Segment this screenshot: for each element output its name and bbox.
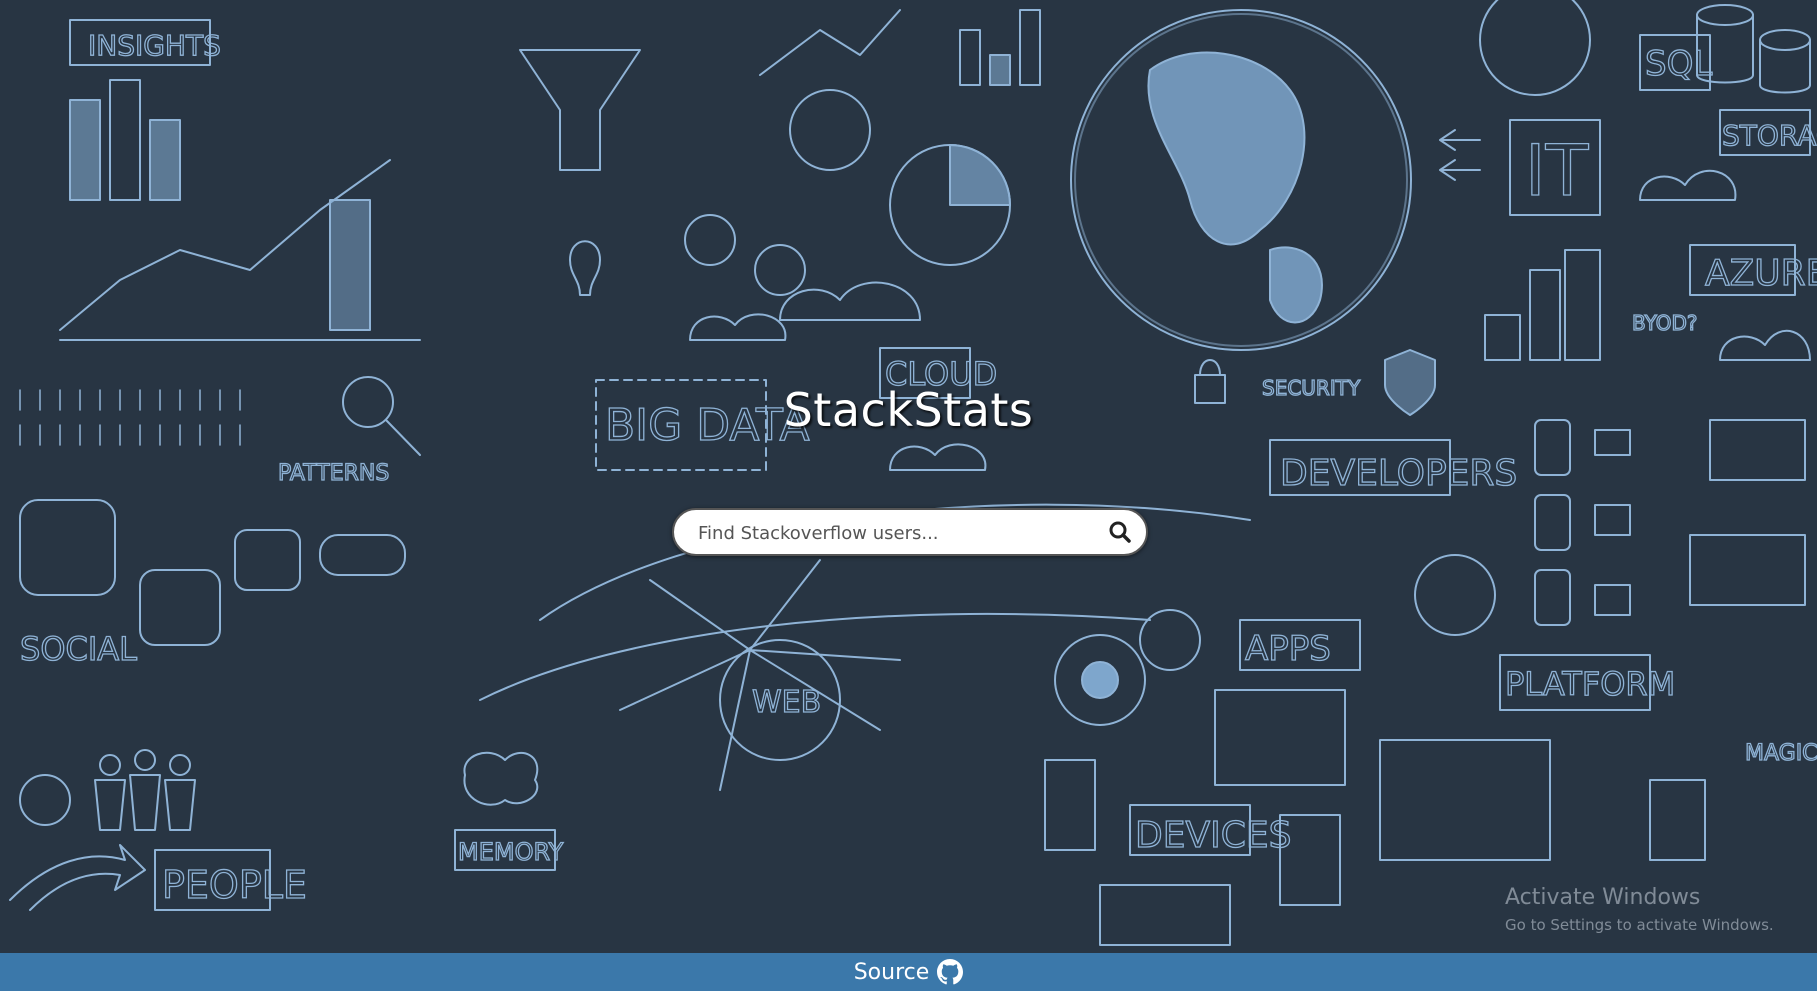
watermark-title: Activate Windows xyxy=(1505,885,1701,910)
source-label: Source xyxy=(853,959,930,985)
source-link[interactable]: Source xyxy=(854,959,964,985)
svg-text:SQL: SQL xyxy=(1645,44,1712,84)
svg-text:AZURE: AZURE xyxy=(1705,253,1817,294)
watermark-subtitle: Go to Settings to activate Windows. xyxy=(1505,916,1774,934)
github-icon xyxy=(937,959,964,985)
svg-text:INSIGHTS: INSIGHTS xyxy=(88,29,221,62)
svg-text:DEVICES: DEVICES xyxy=(1135,815,1291,856)
svg-text:PEOPLE: PEOPLE xyxy=(162,863,307,907)
svg-text:BYOD?: BYOD? xyxy=(1632,311,1698,335)
search-bar[interactable] xyxy=(672,508,1148,556)
svg-text:DEVELOPERS: DEVELOPERS xyxy=(1280,453,1517,494)
footer-bar: Source xyxy=(0,953,1817,991)
search-icon xyxy=(1109,521,1131,543)
page-background: INSIGHTS BIG DATA CLOUD SECURITY DEVELOP… xyxy=(0,0,1817,991)
svg-text:WEB: WEB xyxy=(752,685,821,720)
svg-text:MAGIC: MAGIC xyxy=(1745,741,1817,766)
svg-text:IT: IT xyxy=(1525,130,1589,212)
background-doodle-illustration: INSIGHTS BIG DATA CLOUD SECURITY DEVELOP… xyxy=(9,0,1817,946)
app-title: StackStats xyxy=(783,383,1034,437)
svg-text:PATTERNS: PATTERNS xyxy=(278,461,389,486)
svg-text:APPS: APPS xyxy=(1245,629,1331,669)
windows-activation-watermark: Activate Windows Go to Settings to activ… xyxy=(1505,885,1774,934)
search-button[interactable] xyxy=(1106,519,1134,547)
svg-text:SOCIAL: SOCIAL xyxy=(20,630,137,668)
svg-text:MEMORY: MEMORY xyxy=(458,838,564,866)
search-input[interactable] xyxy=(696,518,1080,548)
svg-text:PLATFORM: PLATFORM xyxy=(1505,665,1675,703)
svg-text:STORAGE: STORAGE xyxy=(1722,119,1817,152)
